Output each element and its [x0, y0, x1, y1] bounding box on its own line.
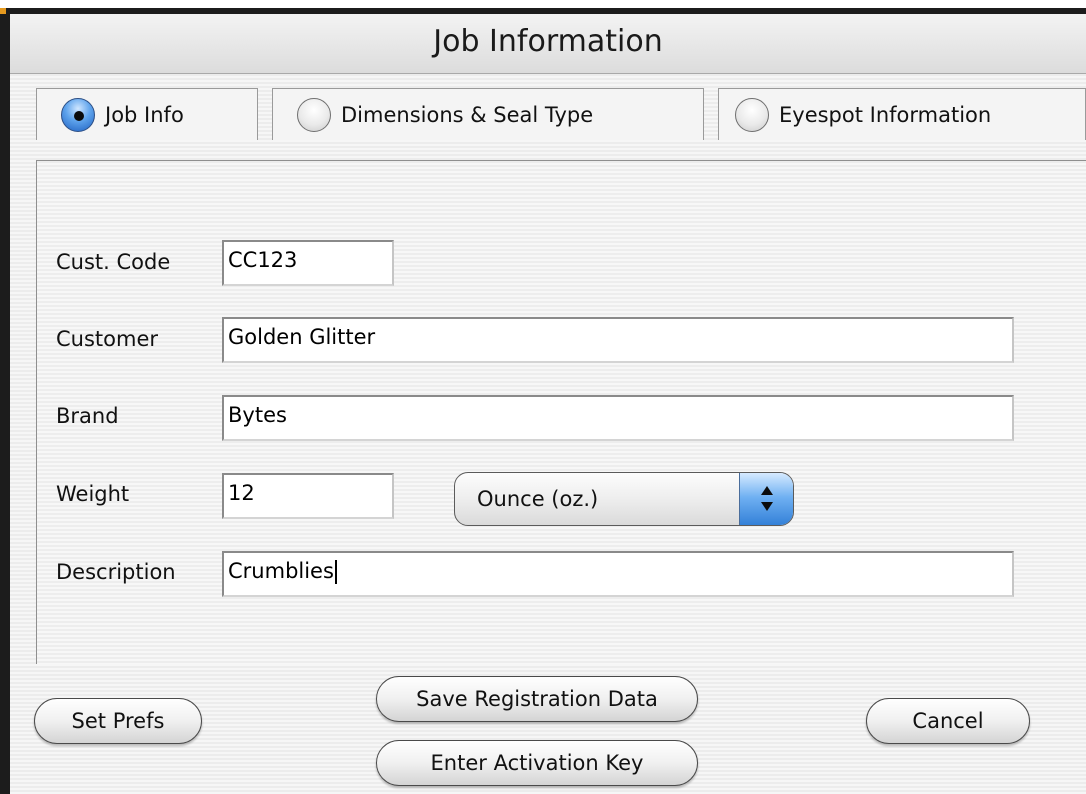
- cancel-button[interactable]: Cancel: [866, 698, 1030, 744]
- weight-field[interactable]: 12: [222, 473, 394, 519]
- set-prefs-button[interactable]: Set Prefs: [34, 698, 202, 744]
- description-field[interactable]: Crumblies: [222, 551, 1014, 597]
- weight-label: Weight: [56, 482, 130, 506]
- window-title: Job Information: [433, 24, 663, 59]
- job-information-window: Job Information Job Info Dimensions & Se…: [10, 14, 1086, 794]
- radio-unselected-icon[interactable]: [735, 97, 769, 132]
- arrow-down-icon: [761, 502, 773, 511]
- weight-unit-select[interactable]: Ounce (oz.): [454, 472, 794, 526]
- title-bar[interactable]: Job Information: [10, 14, 1086, 74]
- tab-job-info-label: Job Info: [105, 102, 184, 127]
- tab-eyespot-label: Eyespot Information: [779, 102, 992, 127]
- brand-label: Brand: [56, 404, 119, 428]
- tab-dimensions-label: Dimensions & Seal Type: [341, 102, 594, 127]
- text-cursor: [334, 560, 337, 584]
- tab-job-info[interactable]: Job Info: [36, 88, 258, 140]
- window-corner-mark: [0, 8, 6, 14]
- description-label: Description: [56, 560, 176, 584]
- customer-label: Customer: [56, 327, 159, 351]
- enter-activation-key-button[interactable]: Enter Activation Key: [376, 740, 698, 786]
- tab-dimensions-seal-type[interactable]: Dimensions & Seal Type: [272, 88, 704, 140]
- cust-code-label: Cust. Code: [56, 250, 171, 274]
- cust-code-field[interactable]: CC123: [222, 240, 394, 286]
- radio-unselected-icon[interactable]: [297, 97, 331, 132]
- select-arrows-icon[interactable]: [739, 473, 793, 525]
- brand-field[interactable]: Bytes: [222, 395, 1014, 441]
- description-value: Crumblies: [228, 559, 334, 583]
- weight-unit-value: Ounce (oz.): [477, 487, 599, 511]
- radio-selected-icon[interactable]: [61, 97, 95, 132]
- customer-field[interactable]: Golden Glitter: [222, 317, 1014, 363]
- tab-eyespot-information[interactable]: Eyespot Information: [718, 88, 1086, 140]
- save-registration-data-button[interactable]: Save Registration Data: [376, 676, 698, 722]
- arrow-up-icon: [761, 486, 773, 495]
